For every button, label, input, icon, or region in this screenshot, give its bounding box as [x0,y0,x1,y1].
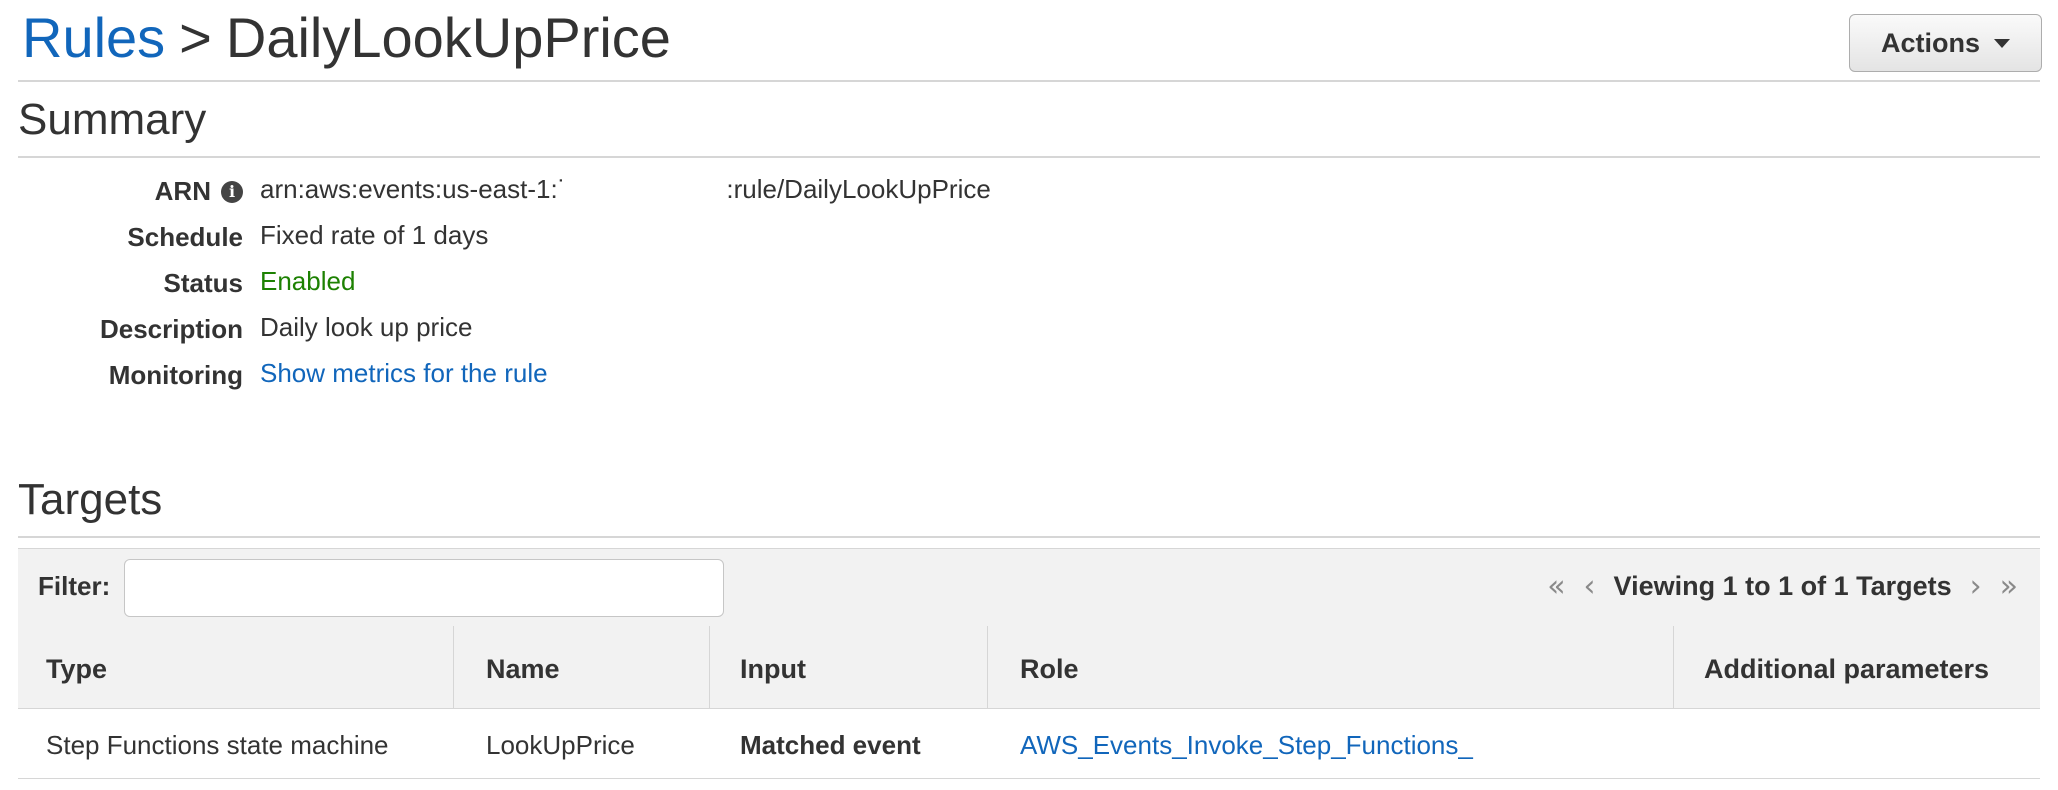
first-page-icon[interactable]: « [1547,571,1565,602]
caret-down-icon [1994,38,2010,48]
breadcrumb-rules-link[interactable]: Rules [22,6,165,69]
last-page-icon[interactable]: » [2000,571,2018,602]
page-header: Rules > DailyLookUpPrice Actions [18,0,2042,82]
breadcrumb-separator: > [179,6,212,69]
monitoring-row: Monitoring Show metrics for the rule [18,354,1218,394]
arn-label-wrap: ARN i [23,176,243,207]
actions-button-label: Actions [1880,27,1980,58]
role-link[interactable]: AWS_Events_Invoke_Step_Functions_ [988,708,1674,778]
column-header-type[interactable]: Type [18,626,454,708]
filter-input[interactable] [124,559,724,617]
arn-value: arn:aws:events:us-east-1:˙ :rule/DailyLoo… [260,174,991,205]
schedule-row: Schedule Fixed rate of 1 days [18,216,1218,256]
breadcrumb: Rules > DailyLookUpPrice [22,4,671,72]
schedule-value: Fixed rate of 1 days [260,220,489,250]
column-header-additional-parameters[interactable]: Additional parameters [1674,626,2040,708]
cell-type: Step Functions state machine [46,730,389,760]
show-metrics-link[interactable]: Show metrics for the rule [260,358,548,389]
arn-value-prefix: arn:aws:events:us-east-1:˙ [260,174,567,204]
rule-detail-page: Rules > DailyLookUpPrice Actions Summary A… [18,0,2042,779]
previous-page-icon[interactable]: ‹ [1584,571,1596,602]
status-row: Status Enabled [18,262,1218,302]
filter-label: Filter: [38,571,111,601]
actions-button[interactable]: Actions [1849,14,2042,72]
description-label: Description [99,314,243,344]
page-title: DailyLookUpPrice [225,6,671,69]
next-page-icon[interactable]: › [1970,571,1982,602]
table-row[interactable]: Step Functions state machine LookUpPrice… [18,708,2040,779]
description-value: Daily look up price [260,312,473,342]
arn-row: ARN i arn:aws:events:us-east-1:˙ :rule/Da… [18,170,1218,210]
column-header-input[interactable]: Input [710,626,988,708]
summary-heading: Summary [18,92,2040,158]
status-label: Status [163,268,243,298]
description-row: Description Daily look up price [18,308,1218,348]
pagination: « ‹ Viewing 1 to 1 of 1 Targets › » [1547,571,2018,602]
cell-additional-parameters [1674,708,2040,778]
pagination-text: Viewing 1 to 1 of 1 Targets [1613,571,1952,601]
column-header-name[interactable]: Name [454,626,710,708]
monitoring-label: Monitoring [108,360,243,390]
cell-name: LookUpPrice [486,730,635,760]
schedule-label: Schedule [127,222,243,252]
arn-value-suffix: :rule/DailyLookUpPrice [726,174,991,204]
info-icon[interactable]: i [221,180,243,203]
targets-filter-bar: Filter: « ‹ Viewing 1 to 1 of 1 Targets … [18,548,2040,628]
column-header-role[interactable]: Role [988,626,1674,708]
arn-label: ARN [154,176,211,206]
cell-input: Matched event [740,730,921,760]
targets-heading: Targets [18,472,2040,538]
status-value: Enabled [260,266,356,296]
targets-table-header: Type Name Input Role Additional paramete… [18,626,2040,709]
